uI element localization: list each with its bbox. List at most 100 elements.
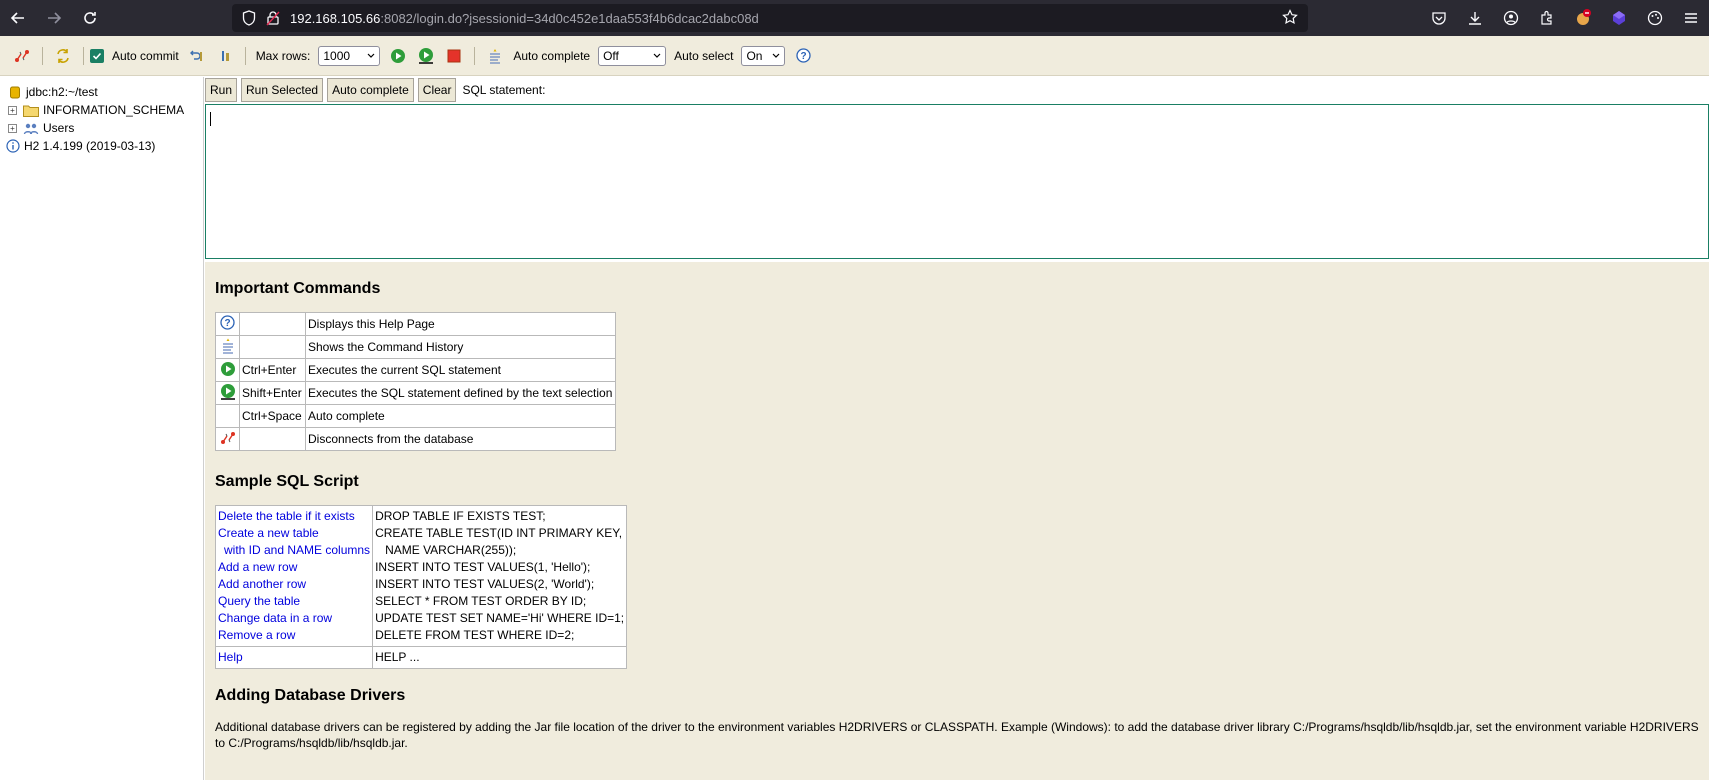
help-button[interactable]: ? bbox=[793, 46, 813, 66]
sql-line: UPDATE TEST SET NAME='Hi' WHERE ID=1; bbox=[375, 611, 625, 625]
auto-select-label: Auto select bbox=[674, 48, 734, 63]
important-commands-heading: Important Commands bbox=[215, 280, 381, 297]
arrow-right-icon bbox=[48, 12, 62, 24]
sample-sql-cell: DROP TABLE IF EXISTS TEST; CREATE TABLE … bbox=[372, 505, 628, 647]
folder-icon bbox=[23, 103, 39, 117]
extensions-button[interactable] bbox=[1529, 0, 1565, 36]
users-icon bbox=[23, 121, 39, 135]
forward-button[interactable] bbox=[36, 0, 72, 36]
palette-icon bbox=[1647, 10, 1663, 26]
url-bar[interactable]: 192.168.105.66:8082/login.do?jsessionid=… bbox=[232, 4, 1308, 32]
help-icon: ? bbox=[796, 48, 811, 63]
disconnect-icon bbox=[15, 49, 29, 62]
shortcut-cell bbox=[239, 335, 306, 359]
sample-link[interactable]: Add another row bbox=[218, 576, 370, 593]
help-panel: Important Commands ? Displays this Help … bbox=[205, 262, 1709, 780]
auto-select-value: On bbox=[746, 48, 763, 63]
sample-link[interactable]: Change data in a row bbox=[218, 610, 370, 627]
sample-sql-heading: Sample SQL Script bbox=[215, 473, 359, 490]
refresh-button[interactable] bbox=[53, 46, 73, 66]
auto-complete-select[interactable]: Off bbox=[598, 45, 667, 66]
shortcut-cell: Ctrl+Enter bbox=[239, 358, 306, 382]
sql-statement-label: SQL statement: bbox=[462, 83, 546, 97]
description-cell: Shows the Command History bbox=[305, 335, 616, 359]
browser-toolbar: 192.168.105.66:8082/login.do?jsessionid=… bbox=[0, 0, 1709, 36]
toolbar-separator bbox=[474, 46, 476, 65]
run-selected-icon-cell bbox=[215, 381, 240, 405]
database-icon bbox=[8, 85, 22, 99]
rollback-button[interactable] bbox=[187, 46, 207, 66]
sample-link[interactable]: with ID and NAME columns bbox=[218, 542, 370, 559]
table-row: Delete the table if it exists Create a n… bbox=[214, 505, 628, 647]
cookie-extension-button[interactable] bbox=[1565, 0, 1601, 36]
help-link[interactable]: Help bbox=[218, 649, 370, 666]
max-rows-value: 1000 bbox=[323, 48, 351, 63]
clear-button[interactable]: Clear bbox=[417, 78, 457, 102]
shortcut-cell: Ctrl+Space bbox=[239, 404, 306, 428]
chevron-down-icon bbox=[653, 53, 661, 58]
sql-line: NAME VARCHAR(255)); bbox=[385, 543, 517, 557]
description-cell: Auto complete bbox=[305, 404, 616, 428]
adding-drivers-heading: Adding Database Drivers bbox=[215, 687, 406, 704]
max-rows-label: Max rows: bbox=[255, 48, 311, 63]
pocket-button[interactable] bbox=[1421, 0, 1457, 36]
shortcut-cell bbox=[239, 427, 306, 451]
shortcut-cell bbox=[239, 312, 306, 336]
tree-connection[interactable]: jdbc:h2:~/test bbox=[0, 83, 203, 101]
sql-line: INSERT INTO TEST VALUES(1, 'Hello'); bbox=[375, 560, 591, 574]
sample-link[interactable]: Query the table bbox=[218, 593, 370, 610]
lock-insecure-icon[interactable] bbox=[266, 10, 280, 26]
query-toolbar: Run Run Selected Auto complete Clear SQL… bbox=[205, 77, 1709, 103]
sql-line: INSERT INTO TEST VALUES(2, 'World'); bbox=[375, 577, 595, 591]
sql-statement-input[interactable] bbox=[205, 104, 1709, 259]
sql-line: SELECT * FROM TEST ORDER BY ID; bbox=[375, 594, 587, 608]
run-query-button[interactable]: Run bbox=[205, 78, 238, 102]
arrow-left-icon bbox=[10, 12, 24, 24]
sample-link[interactable]: Create a new table bbox=[218, 525, 370, 542]
run-selected-button[interactable] bbox=[416, 46, 436, 66]
stop-button[interactable] bbox=[444, 46, 464, 66]
tree-item-information-schema[interactable]: + INFORMATION_SCHEMA bbox=[0, 101, 203, 119]
back-button[interactable] bbox=[0, 0, 36, 36]
account-button[interactable] bbox=[1493, 0, 1529, 36]
help-icon: ? bbox=[220, 315, 235, 330]
help-link-cell: Help bbox=[214, 646, 374, 669]
run-icon bbox=[391, 48, 406, 63]
commit-button[interactable] bbox=[215, 46, 235, 66]
shield-icon[interactable] bbox=[242, 10, 256, 26]
hamburger-menu-icon bbox=[1685, 13, 1697, 23]
table-row: Disconnects from the database bbox=[215, 427, 616, 451]
menu-button[interactable] bbox=[1673, 0, 1709, 36]
extension-cube-button[interactable] bbox=[1601, 0, 1637, 36]
history-button[interactable] bbox=[485, 46, 505, 66]
description-cell: Displays this Help Page bbox=[305, 312, 616, 336]
h2-toolbar: Auto commit Max rows: 1000 Auto complete… bbox=[0, 36, 1709, 76]
disconnect-button[interactable] bbox=[12, 46, 32, 66]
extension-palette-button[interactable] bbox=[1637, 0, 1673, 36]
tree-item-users[interactable]: + Users bbox=[0, 119, 203, 137]
expand-icon[interactable]: + bbox=[8, 105, 17, 115]
run-button[interactable] bbox=[388, 46, 408, 66]
version-label: H2 1.4.199 (2019-03-13) bbox=[24, 139, 156, 153]
auto-commit-checkbox[interactable] bbox=[90, 48, 104, 63]
reload-button[interactable] bbox=[72, 0, 108, 36]
bookmark-star-icon[interactable] bbox=[1282, 9, 1298, 25]
refresh-arrows-icon bbox=[57, 48, 69, 63]
expand-icon[interactable]: + bbox=[8, 123, 17, 133]
sample-link[interactable]: Remove a row bbox=[218, 627, 370, 644]
max-rows-select[interactable]: 1000 bbox=[318, 45, 381, 66]
commit-icon bbox=[221, 50, 229, 61]
table-row: Help HELP ... bbox=[214, 646, 628, 669]
rollback-icon bbox=[189, 50, 202, 61]
downloads-button[interactable] bbox=[1457, 0, 1493, 36]
auto-complete-button[interactable]: Auto complete bbox=[327, 78, 414, 102]
sql-line: CREATE TABLE TEST(ID INT PRIMARY KEY, bbox=[375, 526, 623, 540]
table-row: Ctrl+Enter Executes the current SQL stat… bbox=[215, 358, 616, 382]
sample-link[interactable]: Add a new row bbox=[218, 559, 370, 576]
run-selected-query-button[interactable]: Run Selected bbox=[241, 78, 324, 102]
description-cell: Disconnects from the database bbox=[305, 427, 616, 451]
svg-text:?: ? bbox=[800, 51, 806, 62]
sample-sql-table: Delete the table if it exists Create a n… bbox=[214, 505, 628, 669]
sample-link[interactable]: Delete the table if it exists bbox=[218, 508, 370, 525]
auto-select-select[interactable]: On bbox=[741, 45, 786, 66]
